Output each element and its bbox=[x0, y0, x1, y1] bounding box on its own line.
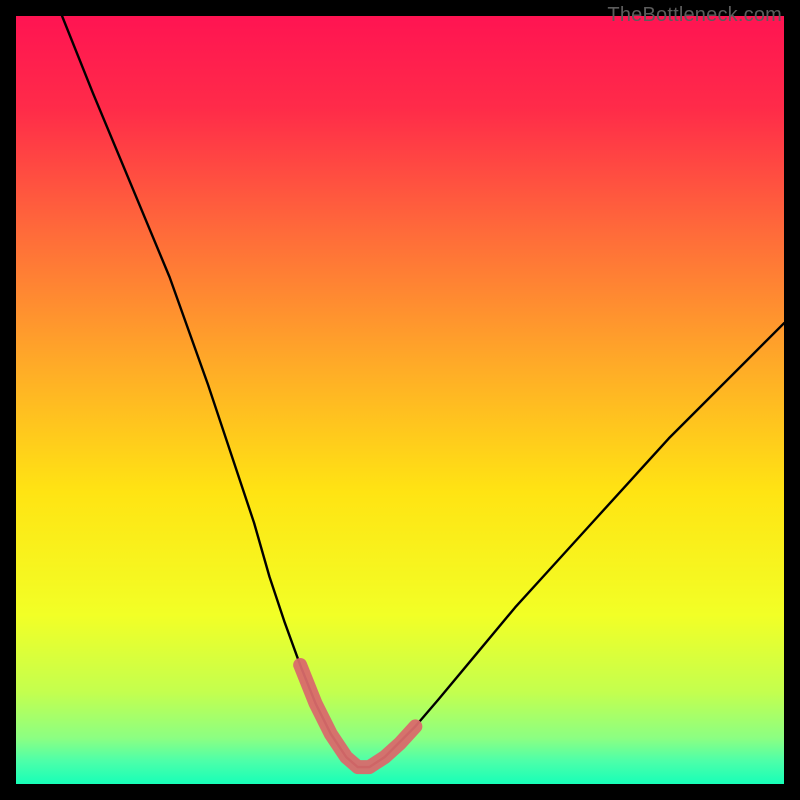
minimum-highlight bbox=[300, 665, 415, 767]
bottleneck-curve bbox=[62, 16, 784, 767]
watermark-text: TheBottleneck.com bbox=[607, 4, 782, 27]
chart-plot bbox=[16, 16, 784, 784]
